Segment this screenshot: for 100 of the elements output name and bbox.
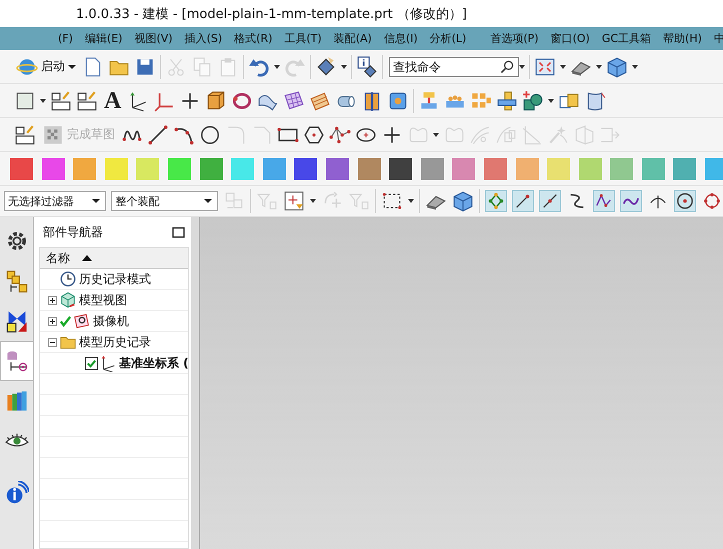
caret-icon[interactable]: [631, 62, 639, 70]
color-swatch[interactable]: [294, 158, 318, 180]
panel-title: 部件导航器: [43, 224, 103, 240]
checkbox[interactable]: [85, 356, 98, 370]
planes-icon[interactable]: [496, 90, 518, 112]
snap-box-icon[interactable]: [283, 190, 305, 212]
information-icon[interactable]: [356, 56, 378, 78]
spline-snap-button[interactable]: [620, 190, 642, 212]
tree-item[interactable]: 基准坐标系 (: [119, 354, 188, 372]
caret-icon[interactable]: [547, 96, 556, 104]
color-swatch[interactable]: [104, 158, 128, 180]
information-icon: [4, 481, 28, 505]
quadrant-point-snap-button[interactable]: [701, 190, 723, 212]
expander-icon[interactable]: [48, 296, 57, 304]
menu-item[interactable]: 首选项(P): [484, 31, 545, 46]
filter-dropdown[interactable]: 无选择过滤器: [4, 191, 106, 211]
tree-item[interactable]: 摄像机: [93, 312, 129, 330]
menu-item[interactable]: 分析(L): [424, 31, 472, 46]
color-swatch[interactable]: [673, 158, 696, 180]
search-field[interactable]: 查找命令: [389, 56, 519, 76]
shapes-icon[interactable]: [522, 90, 544, 112]
menu-item[interactable]: GC工具箱: [596, 31, 658, 46]
center-point-snap-button[interactable]: [674, 190, 696, 212]
menu-item[interactable]: 信息(I): [378, 31, 424, 46]
tree-item[interactable]: 模型视图: [79, 292, 127, 308]
books-icon: [4, 389, 28, 413]
sort-up-icon[interactable]: [82, 255, 92, 261]
camera-icon: [73, 312, 91, 330]
window-title: 1.0.0.33 - 建模 - [model-plain-1-mm-template.prt （修改的）]: [76, 6, 467, 22]
part-tree-tab[interactable]: [0, 341, 33, 381]
mesh-surface-icon[interactable]: [309, 90, 332, 112]
expander-icon[interactable]: [48, 338, 57, 346]
coordinate-axes-icon: [99, 354, 117, 372]
color-swatch[interactable]: [358, 158, 381, 180]
mesh-surface-icon[interactable]: [283, 90, 306, 112]
menu-item[interactable]: 插入(S): [178, 31, 228, 46]
color-swatch[interactable]: [642, 158, 665, 180]
color-swatch[interactable]: [547, 158, 570, 180]
color-swatch[interactable]: [516, 158, 538, 180]
cube-icon[interactable]: [452, 190, 474, 212]
color-swatch[interactable]: [168, 158, 191, 180]
caret-icon[interactable]: [39, 96, 47, 104]
menu-item[interactable]: 帮助(H): [657, 31, 708, 46]
circle-icon[interactable]: [199, 124, 221, 146]
color-swatch[interactable]: [326, 158, 349, 180]
sketch-icon[interactable]: [14, 124, 36, 146]
color-swatch[interactable]: [389, 158, 412, 180]
line-icon[interactable]: [147, 124, 169, 146]
caret-icon[interactable]: [559, 62, 567, 70]
tree-item[interactable]: 模型历史记录: [79, 334, 151, 350]
endpoint-snap-button[interactable]: [512, 190, 534, 212]
menu-item[interactable]: 窗口(O): [544, 31, 596, 46]
menu-item[interactable]: 编辑(E): [78, 31, 128, 46]
color-swatch[interactable]: [420, 158, 444, 180]
block-icon[interactable]: [205, 90, 228, 112]
expander-icon[interactable]: [48, 316, 57, 326]
midpoint-snap-button[interactable]: [539, 190, 561, 212]
snap-points-snap-button[interactable]: [485, 190, 507, 212]
menu-item[interactable]: (F): [52, 32, 79, 45]
caret-icon[interactable]: [273, 62, 281, 70]
part-tree-icon: [5, 349, 29, 373]
column-header[interactable]: 名称: [40, 248, 188, 269]
color-swatch[interactable]: [610, 158, 634, 180]
menu-item[interactable]: 装配(A): [328, 31, 378, 46]
center-point-icon: [676, 192, 694, 210]
maximize-icon[interactable]: [172, 226, 185, 238]
tree-item[interactable]: 历史记录模式: [79, 270, 151, 288]
snap-points-icon: [487, 192, 505, 210]
color-swatch[interactable]: [262, 158, 286, 180]
color-swatch[interactable]: [578, 158, 602, 180]
menu-item[interactable]: 工具(T): [278, 31, 328, 46]
hexagon-icon[interactable]: [303, 124, 325, 146]
sketch-icon[interactable]: [76, 90, 98, 112]
color-swatch[interactable]: [231, 158, 254, 180]
cube-icon[interactable]: [606, 56, 628, 78]
control-point-icon: [595, 192, 613, 210]
color-swatch[interactable]: [10, 158, 33, 180]
sketch-icon[interactable]: [50, 90, 72, 112]
color-swatch[interactable]: [705, 158, 723, 180]
caret-icon[interactable]: [432, 130, 440, 138]
caret-icon[interactable]: [340, 62, 348, 70]
scope-dropdown[interactable]: 整个装配: [111, 191, 218, 211]
start-button[interactable]: 启动: [14, 56, 78, 78]
caret-icon[interactable]: [309, 197, 317, 205]
caret-icon[interactable]: [518, 62, 526, 70]
menu-item[interactable]: 视图(V): [128, 31, 179, 46]
color-swatch[interactable]: [484, 158, 507, 180]
dashed-rectangle-icon[interactable]: [381, 190, 403, 212]
color-swatch[interactable]: [136, 158, 160, 180]
caret-icon[interactable]: [407, 197, 415, 205]
color-swatch[interactable]: [200, 158, 223, 180]
text-tool-button[interactable]: A: [102, 88, 124, 112]
menu-item[interactable]: 格式(R): [228, 31, 278, 46]
constraints-icon: [4, 309, 28, 333]
diamond-icon[interactable]: [315, 56, 337, 78]
color-swatch[interactable]: [73, 158, 96, 180]
control-point-snap-button[interactable]: [593, 190, 615, 212]
color-swatch[interactable]: [42, 158, 65, 180]
caret-icon[interactable]: [595, 62, 603, 70]
color-swatch[interactable]: [452, 158, 476, 180]
